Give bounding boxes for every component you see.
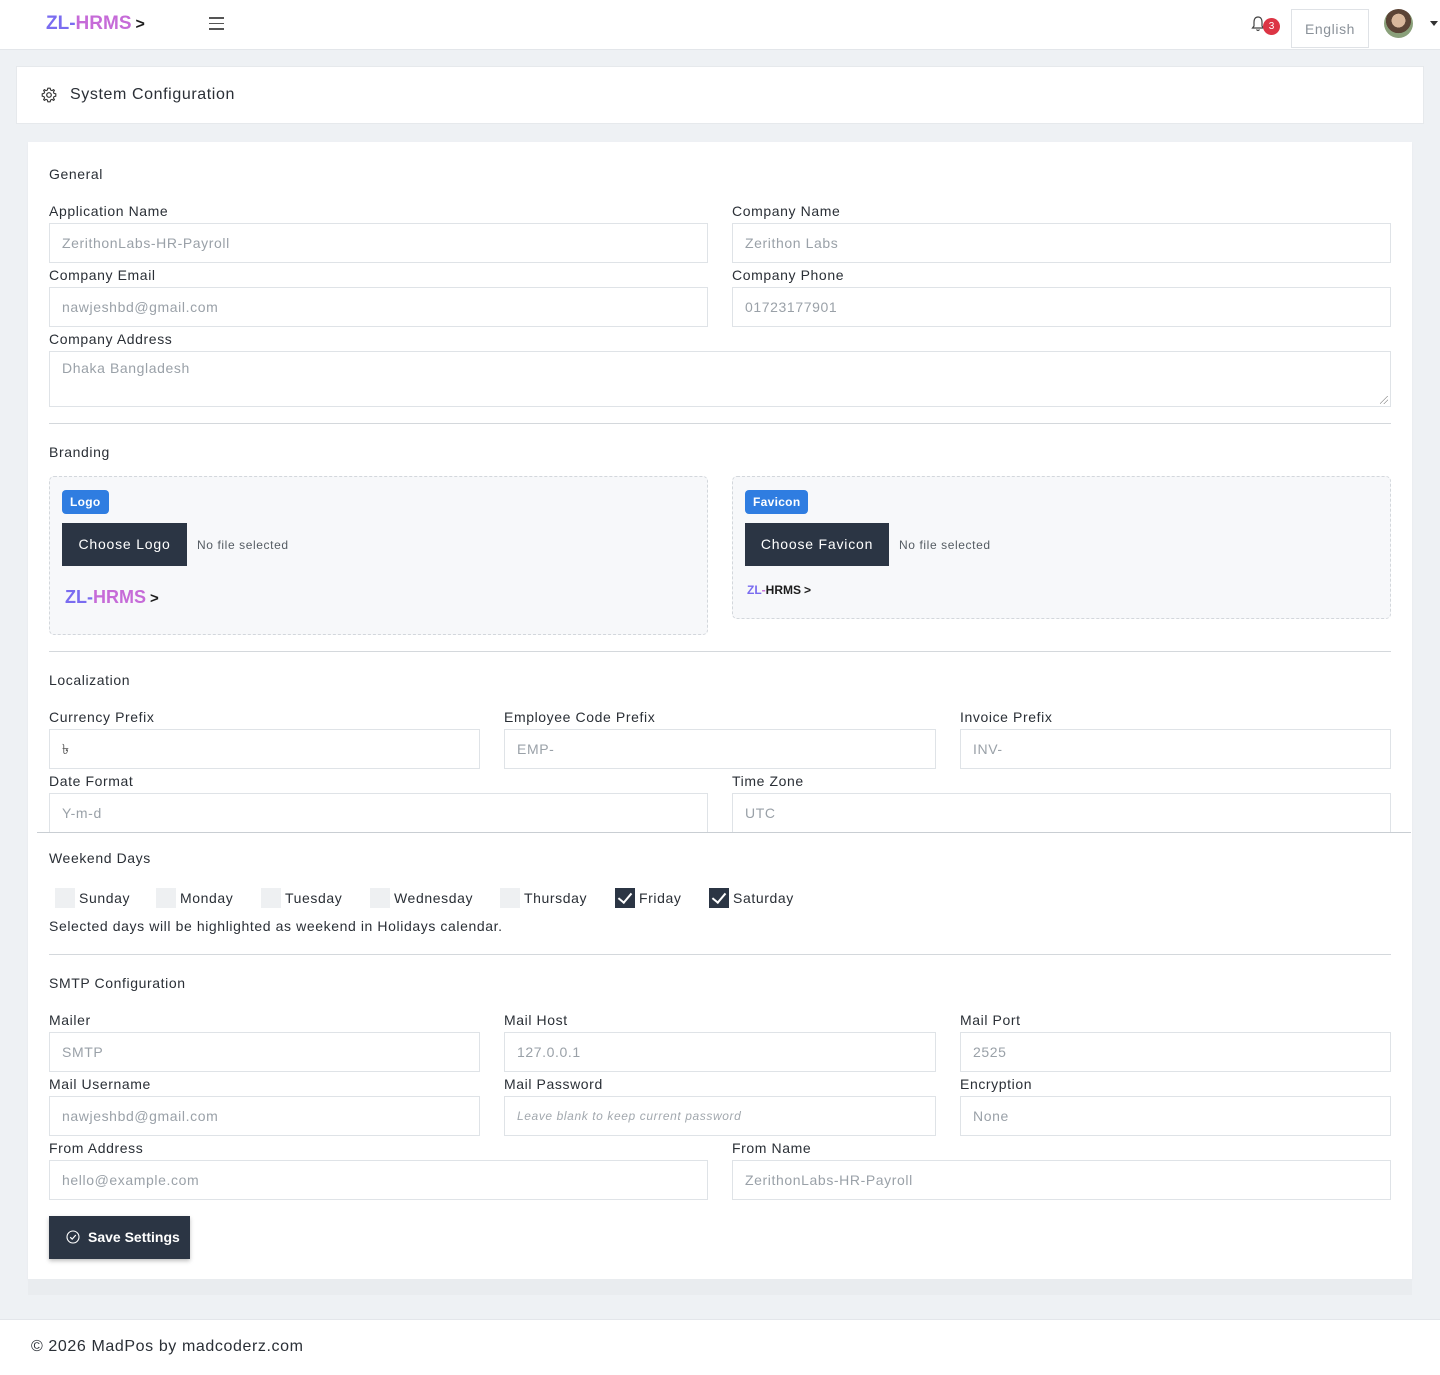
section-divider [49,651,1391,652]
favicon-upload-box: Favicon Choose Favicon No file selected … [732,476,1391,619]
logo-preview-hrms: HRMS [93,587,146,607]
encryption-label: Encryption [960,1076,1033,1092]
mail-password-label: Mail Password [504,1076,603,1092]
favicon-preview-hrms: HRMS [765,583,802,597]
from-address-input[interactable]: hello@example.com [49,1160,708,1200]
mail-port-label: Mail Port [960,1012,1021,1028]
choose-favicon-button[interactable]: Choose Favicon [745,523,889,566]
mail-port-input[interactable]: 2525 [960,1032,1391,1072]
mail-username-label: Mail Username [49,1076,151,1092]
weekend-label-friday[interactable]: Friday [639,890,682,906]
encryption-select[interactable]: None [960,1096,1391,1136]
logo-upload-box: Logo Choose Logo No file selected ZL-HRM… [49,476,708,635]
favicon-preview-arrow: > [804,583,812,597]
favicon-tag: Favicon [745,490,809,514]
check-circle-icon [66,1230,80,1244]
currency-prefix-label: Currency Prefix [49,709,155,725]
date-format-input[interactable]: Y-m-d [49,793,708,833]
favicon-preview-zl: ZL [747,583,762,597]
section-divider [49,423,1391,424]
weekend-label-thursday[interactable]: Thursday [524,890,587,906]
invoice-prefix-input[interactable]: INV- [960,729,1391,769]
page-header: System Configuration [16,66,1424,124]
logo-tag: Logo [62,490,109,514]
save-settings-button[interactable]: Save Settings [49,1216,190,1259]
section-divider [49,954,1391,955]
brand-logo[interactable]: ZL-HRMS > [46,13,145,35]
brand-arrow: > [135,16,145,33]
mail-host-input[interactable]: 127.0.0.1 [504,1032,936,1072]
company-email-label: Company Email [49,267,156,283]
language-selector[interactable]: English [1291,9,1369,48]
avatar[interactable] [1384,9,1413,38]
general-section-title: General [49,166,104,182]
currency-prefix-input[interactable]: ৳ [49,729,480,769]
company-name-input[interactable]: Zerithon Labs [732,223,1391,263]
card-footer-strip [28,1279,1412,1295]
brand-zl: ZL [46,13,70,34]
weekend-checkbox-friday[interactable] [615,888,635,908]
company-address-textarea[interactable]: Dhaka Bangladesh [49,351,1391,407]
save-settings-label: Save Settings [88,1229,180,1245]
company-phone-label: Company Phone [732,267,845,283]
date-format-label: Date Format [49,773,134,789]
from-address-label: From Address [49,1140,144,1156]
logo-preview-arrow: > [150,590,159,607]
chevron-down-icon[interactable] [1430,21,1438,26]
logo-preview-zl: ZL [65,587,87,607]
logo-file-status: No file selected [197,538,289,552]
section-divider [37,832,1411,833]
mailer-input[interactable]: SMTP [49,1032,480,1072]
top-navbar: ZL-HRMS > 3 English [0,0,1440,50]
weekend-checkbox-tuesday[interactable] [261,888,281,908]
footer-copyright: © 2026 MadPos by madcoderz.com [31,1338,304,1355]
employee-code-prefix-input[interactable]: EMP- [504,729,936,769]
favicon-preview: ZL-HRMS > [747,583,811,597]
page-title: System Configuration [70,86,235,103]
company-phone-input[interactable]: 01723177901 [732,287,1391,327]
mail-username-input[interactable]: nawjeshbd@gmail.com [49,1096,480,1136]
weekend-help-text: Selected days will be highlighted as wee… [49,918,503,934]
smtp-section-title: SMTP Configuration [49,975,186,991]
resize-handle-icon[interactable] [1380,396,1388,404]
time-zone-input[interactable]: UTC [732,793,1391,833]
time-zone-label: Time Zone [732,773,804,789]
menu-toggle-icon[interactable] [209,17,224,30]
application-name-input[interactable]: ZerithonLabs-HR-Payroll [49,223,708,263]
weekend-label-sunday[interactable]: Sunday [79,890,130,906]
company-address-value: Dhaka Bangladesh [62,360,190,376]
logo-preview: ZL-HRMS > [65,587,159,608]
localization-section-title: Localization [49,672,131,688]
from-name-label: From Name [732,1140,812,1156]
company-name-label: Company Name [732,203,841,219]
favicon-file-status: No file selected [899,538,991,552]
weekend-checkbox-wednesday[interactable] [370,888,390,908]
weekend-label-monday[interactable]: Monday [180,890,233,906]
from-name-input[interactable]: ZerithonLabs-HR-Payroll [732,1160,1391,1200]
choose-logo-button[interactable]: Choose Logo [62,523,187,566]
brand-hrms: HRMS [75,13,132,34]
weekend-label-saturday[interactable]: Saturday [733,890,794,906]
employee-code-prefix-label: Employee Code Prefix [504,709,656,725]
company-email-input[interactable]: nawjeshbd@gmail.com [49,287,708,327]
page-footer: © 2026 MadPos by madcoderz.com [0,1319,1440,1375]
invoice-prefix-label: Invoice Prefix [960,709,1053,725]
mailer-label: Mailer [49,1012,91,1028]
gear-icon [41,87,57,103]
weekend-checkbox-monday[interactable] [156,888,176,908]
branding-section-title: Branding [49,444,110,460]
notification-badge: 3 [1263,18,1280,35]
weekend-checkbox-thursday[interactable] [500,888,520,908]
application-name-label: Application Name [49,203,169,219]
weekend-label-tuesday[interactable]: Tuesday [285,890,342,906]
weekend-section-title: Weekend Days [49,850,151,866]
weekend-label-wednesday[interactable]: Wednesday [394,890,473,906]
mail-password-input[interactable]: Leave blank to keep current password [504,1096,936,1136]
mail-host-label: Mail Host [504,1012,568,1028]
weekend-checkbox-sunday[interactable] [55,888,75,908]
company-address-label: Company Address [49,331,173,347]
weekend-checkbox-saturday[interactable] [709,888,729,908]
